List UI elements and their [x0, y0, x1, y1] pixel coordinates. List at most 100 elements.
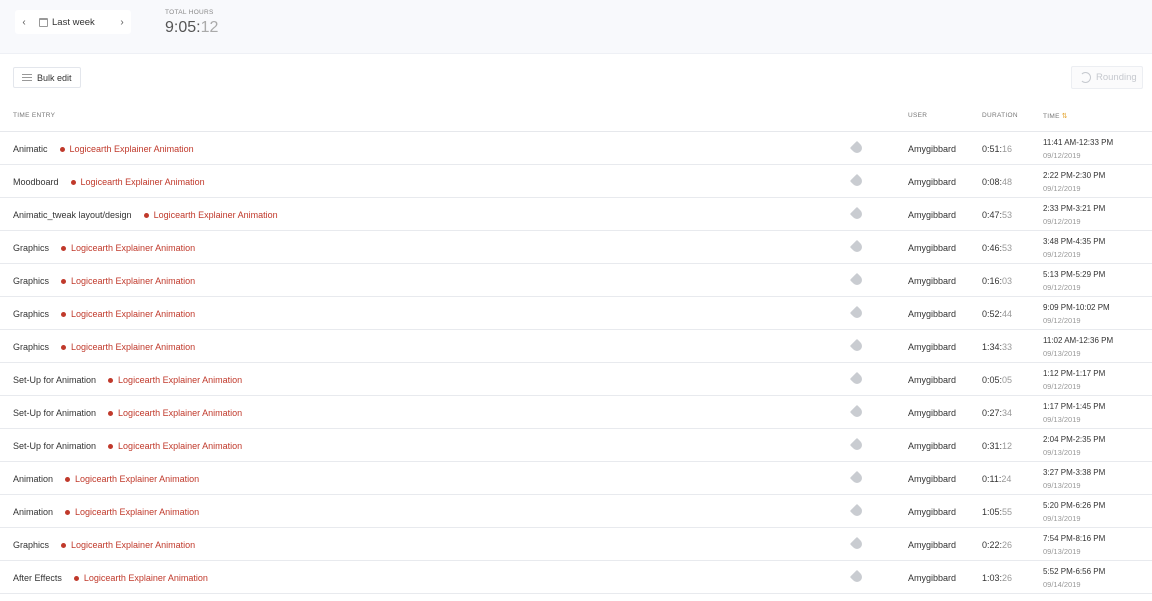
tag-icon[interactable] [849, 371, 865, 387]
table-row[interactable]: After Effects Logicearth Explainer Animat… [0, 561, 1152, 594]
table-row[interactable]: Graphics Logicearth Explainer Animation Am… [0, 528, 1152, 561]
table-row[interactable]: Graphics Logicearth Explainer Animation Am… [0, 231, 1152, 264]
entry-description[interactable]: Set-Up for Animation [13, 441, 96, 451]
entry-duration[interactable]: 0:08:48 [982, 177, 1012, 187]
entry-project[interactable]: Logicearth Explainer Animation [61, 243, 195, 253]
table-row[interactable]: Graphics Logicearth Explainer Animation Am… [0, 330, 1152, 363]
entry-time-range[interactable]: 5:13 PM-5:29 PM [1043, 270, 1105, 279]
tag-icon[interactable] [849, 305, 865, 321]
entry-project[interactable]: Logicearth Explainer Animation [61, 309, 195, 319]
entry-duration[interactable]: 0:51:16 [982, 144, 1012, 154]
entry-time-range[interactable]: 2:33 PM-3:21 PM [1043, 204, 1105, 213]
entry-time-range[interactable]: 5:52 PM-6:56 PM [1043, 567, 1105, 576]
tag-icon[interactable] [849, 437, 865, 453]
table-row[interactable]: Set-Up for Animation Logicearth Explainer… [0, 429, 1152, 462]
entry-project[interactable]: Logicearth Explainer Animation [108, 441, 242, 451]
entry-time-range[interactable]: 3:48 PM-4:35 PM [1043, 237, 1105, 246]
entry-time-range[interactable]: 9:09 PM-10:02 PM [1043, 303, 1110, 312]
entry-time-range[interactable]: 3:27 PM-3:38 PM [1043, 468, 1105, 477]
entry-project[interactable]: Logicearth Explainer Animation [73, 573, 208, 583]
entry-date: 09/12/2019 [1043, 283, 1081, 292]
tag-icon[interactable] [849, 140, 865, 156]
table-row[interactable]: Animation Logicearth Explainer Animation A… [0, 462, 1152, 495]
entry-project[interactable]: Logicearth Explainer Animation [143, 210, 278, 220]
entry-duration[interactable]: 1:03:26 [982, 573, 1012, 583]
table-row[interactable]: Set-Up for Animation Logicearth Explainer… [0, 363, 1152, 396]
table-row[interactable]: Animatic_tweak layout/design Logicearth E… [0, 198, 1152, 231]
project-color-dot [61, 344, 67, 350]
tag-icon[interactable] [849, 404, 865, 420]
tag-icon[interactable] [849, 173, 865, 189]
entry-description[interactable]: Animation [13, 474, 53, 484]
entry-time-range[interactable]: 2:04 PM-2:35 PM [1043, 435, 1105, 444]
entry-duration[interactable]: 0:52:44 [982, 309, 1012, 319]
entry-duration[interactable]: 0:11:24 [982, 474, 1011, 484]
tag-icon[interactable] [849, 536, 865, 552]
prev-week-button[interactable]: ‹ [15, 10, 33, 34]
tag-icon[interactable] [849, 470, 865, 486]
entry-time-range[interactable]: 11:41 AM-12:33 PM [1043, 138, 1113, 147]
entry-duration[interactable]: 0:47:53 [982, 210, 1012, 220]
entry-description[interactable]: Graphics [13, 309, 49, 319]
table-row[interactable]: Moodboard Logicearth Explainer Animation A… [0, 165, 1152, 198]
entry-time-range[interactable]: 2:22 PM-2:30 PM [1043, 171, 1105, 180]
entry-duration[interactable]: 1:05:55 [982, 507, 1012, 517]
sort-icon[interactable]: ⇅ [1062, 113, 1068, 120]
project-name: Logicearth Explainer Animation [71, 243, 196, 253]
entry-description[interactable]: Graphics [13, 243, 49, 253]
entry-project[interactable]: Logicearth Explainer Animation [108, 375, 242, 385]
entry-description[interactable]: Animatic [13, 144, 48, 154]
tag-icon[interactable] [849, 206, 865, 222]
entry-description[interactable]: Graphics [13, 342, 49, 352]
table-row[interactable]: Animatic Logicearth Explainer Animation Am… [0, 132, 1152, 165]
entry-duration[interactable]: 0:05:05 [982, 375, 1012, 385]
entry-project[interactable]: Logicearth Explainer Animation [70, 177, 205, 187]
rounding-button[interactable]: Rounding [1071, 66, 1143, 89]
tag-icon[interactable] [849, 272, 865, 288]
entry-project[interactable]: Logicearth Explainer Animation [65, 507, 199, 517]
entry-project[interactable]: Logicearth Explainer Animation [61, 342, 195, 352]
entry-project[interactable]: Logicearth Explainer Animation [61, 276, 195, 286]
entry-description[interactable]: Graphics [13, 540, 49, 550]
entry-description-cell: Set-Up for Animation Logicearth Explainer… [13, 375, 242, 385]
next-week-button[interactable]: › [113, 10, 131, 34]
entry-time-range[interactable]: 11:02 AM-12:36 PM [1043, 336, 1113, 345]
tag-icon[interactable] [849, 503, 865, 519]
duration-seconds: 24 [1001, 474, 1012, 484]
entry-description[interactable]: After Effects [13, 573, 62, 583]
column-user: USER [908, 112, 928, 119]
table-row[interactable]: Graphics Logicearth Explainer Animation Am… [0, 264, 1152, 297]
entry-description[interactable]: Set-Up for Animation [13, 408, 96, 418]
tag-icon[interactable] [849, 239, 865, 255]
entry-project[interactable]: Logicearth Explainer Animation [65, 474, 199, 484]
entry-description[interactable]: Moodboard [13, 177, 59, 187]
entry-duration[interactable]: 0:16:03 [982, 276, 1012, 286]
date-range-picker: ‹ Last week › [15, 10, 131, 34]
tag-icon[interactable] [849, 569, 865, 585]
table-row[interactable]: Animation Logicearth Explainer Animation A… [0, 495, 1152, 528]
entry-duration[interactable]: 1:34:33 [982, 342, 1012, 352]
entry-project[interactable]: Logicearth Explainer Animation [61, 540, 195, 550]
tag-icon[interactable] [849, 338, 865, 354]
table-header: TIME ENTRY USER DURATION TIME ⇅ [0, 104, 1152, 132]
entry-time-range[interactable]: 1:17 PM-1:45 PM [1043, 402, 1105, 411]
entry-description[interactable]: Animatic_tweak layout/design [13, 210, 132, 220]
entry-time-range[interactable]: 7:54 PM-8:16 PM [1043, 534, 1105, 543]
bulk-edit-button[interactable]: Bulk edit [13, 67, 81, 88]
column-time[interactable]: TIME ⇅ [1043, 112, 1068, 120]
entry-duration[interactable]: 0:46:53 [982, 243, 1012, 253]
entry-time-range[interactable]: 5:20 PM-6:26 PM [1043, 501, 1105, 510]
entry-description[interactable]: Graphics [13, 276, 49, 286]
entry-description[interactable]: Set-Up for Animation [13, 375, 96, 385]
entry-duration[interactable]: 0:31:12 [982, 441, 1012, 451]
table-row[interactable]: Graphics Logicearth Explainer Animation Am… [0, 297, 1152, 330]
bulk-edit-label: Bulk edit [37, 72, 72, 83]
table-row[interactable]: Set-Up for Animation Logicearth Explainer… [0, 396, 1152, 429]
entry-description[interactable]: Animation [13, 507, 53, 517]
entry-duration[interactable]: 0:27:34 [982, 408, 1012, 418]
entry-project[interactable]: Logicearth Explainer Animation [108, 408, 242, 418]
entry-duration[interactable]: 0:22:26 [982, 540, 1012, 550]
entry-project[interactable]: Logicearth Explainer Animation [59, 144, 194, 154]
entry-time-range[interactable]: 1:12 PM-1:17 PM [1043, 369, 1105, 378]
date-range-selector[interactable]: Last week [33, 17, 113, 28]
